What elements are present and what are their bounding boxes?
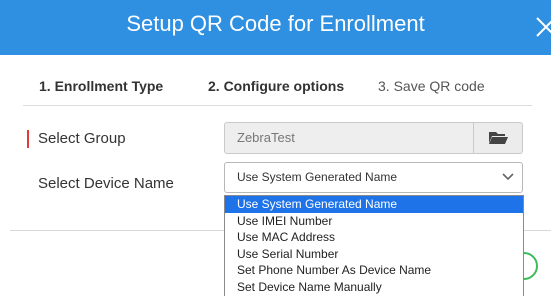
- dropdown-option[interactable]: Use IMEI Number: [225, 213, 523, 230]
- browse-group-button[interactable]: [474, 122, 523, 154]
- wizard-steps: 1. Enrollment Type 2. Configure options …: [23, 65, 532, 106]
- dropdown-option[interactable]: Use MAC Address: [225, 229, 523, 246]
- section-divider: [524, 230, 551, 231]
- select-device-name-label: Select Device Name: [38, 175, 174, 192]
- close-icon[interactable]: [531, 12, 551, 42]
- device-name-dropdown-list: Use System Generated Name Use IMEI Numbe…: [224, 195, 524, 296]
- step-save-qr-code[interactable]: 3. Save QR code: [378, 78, 485, 94]
- chevron-down-icon: [502, 173, 514, 181]
- dropdown-option[interactable]: Set Device Name Manually: [225, 279, 523, 296]
- dialog-title: Setup QR Code for Enrollment: [126, 11, 425, 36]
- step-configure-options[interactable]: 2. Configure options: [208, 78, 344, 94]
- dropdown-option[interactable]: Set Phone Number As Device Name: [225, 262, 523, 279]
- select-group-label: Select Group: [38, 130, 126, 147]
- step-enrollment-type[interactable]: 1. Enrollment Type: [39, 78, 163, 94]
- dropdown-option[interactable]: Use System Generated Name: [225, 196, 523, 213]
- device-name-selected-value: Use System Generated Name: [237, 170, 398, 184]
- dialog-header: Setup QR Code for Enrollment: [0, 0, 551, 55]
- dropdown-option[interactable]: Use Serial Number: [225, 246, 523, 263]
- group-input[interactable]: ZebraTest: [224, 122, 474, 154]
- section-divider: [10, 230, 224, 231]
- required-marker: [27, 130, 29, 148]
- device-name-select[interactable]: Use System Generated Name: [224, 162, 523, 193]
- folder-open-icon: [489, 132, 508, 144]
